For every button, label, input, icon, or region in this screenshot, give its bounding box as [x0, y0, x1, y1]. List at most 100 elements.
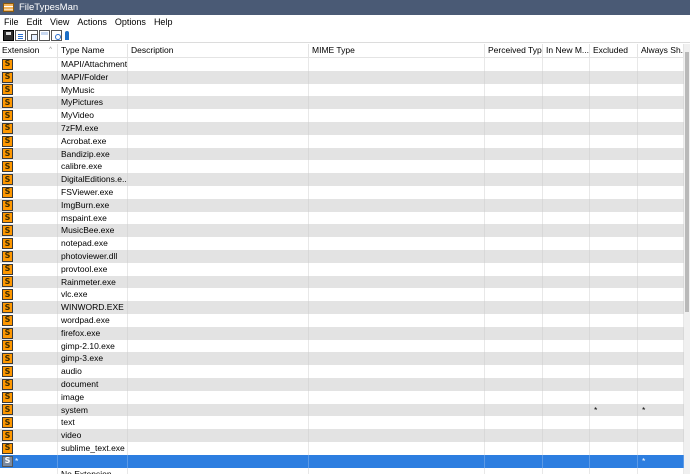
cell-type-name: MyPictures — [58, 96, 128, 110]
cell-perceived-type — [485, 121, 543, 135]
cell-description — [128, 288, 309, 302]
cell-type-name: WINWORD.EXE — [58, 301, 128, 314]
table-row[interactable]: Swordpad.exe — [0, 313, 684, 327]
column-header-type-name[interactable]: Type Name — [58, 44, 128, 57]
column-header-perceived-type[interactable]: Perceived Type — [485, 44, 543, 57]
cell-type-name: image — [58, 390, 128, 404]
cell-perceived-type — [485, 262, 543, 276]
file-type-icon: S — [2, 148, 13, 160]
table-row[interactable]: S DigitalEditions.e... — [0, 173, 684, 186]
menu-file[interactable]: File — [0, 17, 23, 27]
table-row[interactable]: S 7zFM.exe — [0, 121, 684, 135]
column-header-description[interactable]: Description — [128, 44, 309, 57]
cell-mime-type — [309, 96, 485, 110]
menu-actions[interactable]: Actions — [73, 17, 111, 27]
table-row[interactable]: S MAPI/Attachment — [0, 58, 684, 71]
scrollbar-thumb[interactable] — [685, 52, 689, 312]
table-row[interactable]: Sgimp-2.10.exe — [0, 339, 684, 353]
table-row[interactable]: S Bandizip.exe — [0, 147, 684, 161]
cell-excluded — [590, 83, 638, 97]
cell-extension: S — [0, 352, 58, 366]
cell-extension: S — [0, 275, 58, 289]
file-type-icon: S — [2, 430, 13, 441]
column-header-always-show[interactable]: Always Sh... — [638, 44, 684, 57]
cell-type-name: ImgBurn.exe — [58, 198, 128, 212]
table-row[interactable]: Svideo — [0, 429, 684, 442]
table-row[interactable]: Sprovtool.exe — [0, 262, 684, 276]
menu-view[interactable]: View — [46, 17, 73, 27]
cell-excluded — [590, 262, 638, 276]
file-types-table: Extension ^ Type Name Description MIME T… — [0, 44, 684, 474]
column-header-mime-type[interactable]: MIME Type — [309, 44, 485, 57]
cell-type-name: MyVideo — [58, 109, 128, 122]
file-type-icon: S — [2, 289, 13, 301]
cell-always-show — [638, 390, 684, 404]
file-type-icon: S — [2, 71, 13, 83]
column-header-in-new-menu[interactable]: In New M... — [543, 44, 590, 57]
table-row[interactable]: S Rainmeter.exe — [0, 275, 684, 289]
table-row[interactable]: Ssublime_text.exe — [0, 441, 684, 455]
cell-excluded — [590, 429, 638, 442]
table-row[interactable]: S FSViewer.exe — [0, 185, 684, 199]
table-row[interactable]: Simage — [0, 390, 684, 404]
cell-in-new-menu — [543, 288, 590, 302]
cell-description — [128, 352, 309, 366]
cell-perceived-type — [485, 198, 543, 212]
cell-extension: S — [0, 58, 58, 71]
table-row[interactable]: S Acrobat.exe — [0, 134, 684, 148]
cell-description — [128, 173, 309, 186]
table-row[interactable]: S MyVideo — [0, 109, 684, 122]
vertical-scrollbar[interactable] — [684, 44, 690, 474]
table-row[interactable]: Sgimp-3.exe — [0, 352, 684, 366]
menu-options[interactable]: Options — [111, 17, 150, 27]
table-row[interactable]: . No Extension — [0, 467, 684, 474]
save-icon[interactable] — [3, 30, 14, 41]
file-type-icon: S — [2, 276, 13, 288]
menu-edit[interactable]: Edit — [23, 17, 47, 27]
menu-help[interactable]: Help — [150, 17, 177, 27]
file-type-icon: S — [2, 417, 13, 429]
table-row[interactable]: S ImgBurn.exe — [0, 198, 684, 212]
table-row[interactable]: Scalibre.exe — [0, 160, 684, 174]
cell-description — [128, 339, 309, 353]
table-row[interactable]: Sfirefox.exe — [0, 326, 684, 340]
table-row[interactable]: S MyMusic — [0, 83, 684, 97]
html-report-icon[interactable] — [39, 30, 50, 41]
table-row[interactable]: Sdocument — [0, 377, 684, 391]
cell-perceived-type — [485, 403, 543, 417]
table-row[interactable]: Svlc.exe — [0, 288, 684, 302]
table-row[interactable]: S MyPictures — [0, 96, 684, 110]
cell-mime-type — [309, 454, 485, 468]
cell-in-new-menu — [543, 160, 590, 174]
about-icon[interactable] — [63, 30, 71, 41]
cell-always-show — [638, 134, 684, 148]
column-header-excluded[interactable]: Excluded — [590, 44, 638, 57]
cell-perceived-type — [485, 429, 543, 442]
cell-always-show — [638, 96, 684, 110]
cell-description — [128, 429, 309, 442]
column-header-extension[interactable]: Extension ^ — [0, 44, 58, 57]
table-row[interactable]: Saudio — [0, 365, 684, 378]
copy-icon[interactable] — [27, 30, 38, 41]
table-row[interactable]: Stext — [0, 416, 684, 430]
cell-excluded — [590, 147, 638, 161]
table-row[interactable]: Smspaint.exe — [0, 211, 684, 225]
cell-extension: S — [0, 147, 58, 161]
table-row[interactable]: Snotepad.exe — [0, 237, 684, 250]
window-title: FileTypesMan — [19, 2, 79, 13]
table-row[interactable]: Sphotoviewer.dll — [0, 249, 684, 263]
find-icon[interactable] — [51, 30, 62, 41]
cell-description — [128, 198, 309, 212]
table-row[interactable]: S MusicBee.exe — [0, 224, 684, 238]
extension-text: * — [15, 455, 19, 466]
cell-mime-type — [309, 160, 485, 174]
table-row[interactable]: S * * — [0, 454, 684, 468]
cell-in-new-menu — [543, 109, 590, 122]
table-row[interactable]: S MAPI/Folder — [0, 70, 684, 84]
properties-icon[interactable] — [15, 30, 26, 41]
table-row[interactable]: Ssystem * * — [0, 403, 684, 417]
cell-description — [128, 147, 309, 161]
table-row[interactable]: S WINWORD.EXE — [0, 301, 684, 314]
cell-in-new-menu — [543, 326, 590, 340]
menu-bar: File Edit View Actions Options Help — [0, 15, 690, 29]
